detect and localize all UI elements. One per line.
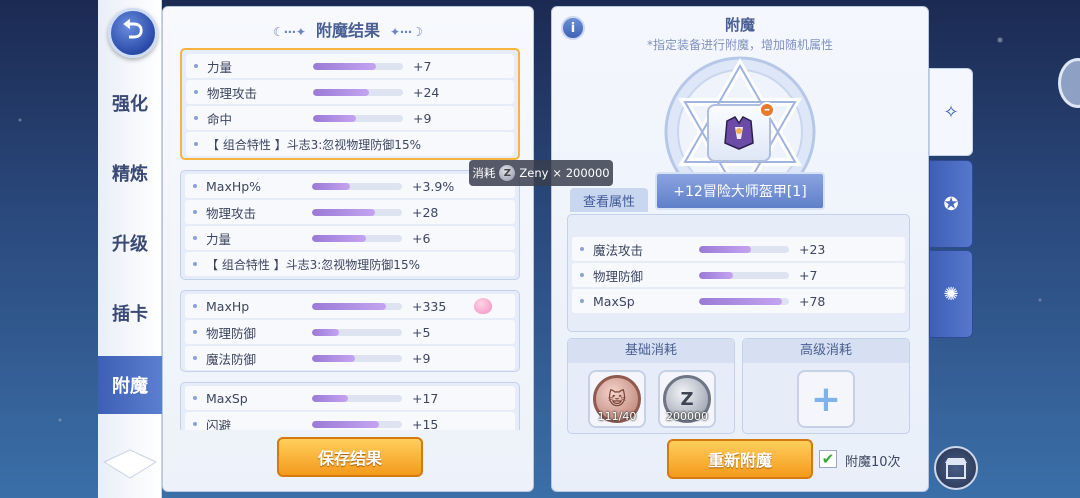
stat-bar [313,114,403,122]
nav-tab-enchant[interactable]: 附魔 [98,356,162,414]
zeny-coin-icon: Z [499,165,516,181]
result-option-3[interactable]: MaxHp +335 物理防御 +5 魔法防御 +9 [180,290,520,372]
stat-bar [699,271,789,279]
view-attributes-button[interactable]: 查看属性 [570,188,648,212]
plus-icon: + [810,378,842,420]
side-tab-gear[interactable]: ✺ [929,250,973,338]
reenchant-button[interactable]: 重新附魔 [667,439,813,479]
enchant-title: 附魔 [724,16,755,34]
stat-row: MaxHp% +3.9% [185,174,515,198]
pink-poring-icon [474,298,493,314]
stat-row: 力量 +7 [186,54,514,78]
stat-bar [699,245,789,253]
nav-tab-label: 强化 [112,94,148,115]
result-option-2[interactable]: MaxHp% +3.9% 物理攻击 +28 力量 +6 【 组合特性 】斗志3:忽视物… [180,170,520,280]
result-option-1[interactable]: 力量 +7 物理攻击 +24 命中 +9 【 组合特性 】斗志3:忽视物理防御15% [180,48,520,160]
shop-button[interactable] [934,446,978,490]
stat-row: 物理攻击 +24 [186,80,514,104]
stat-bar [313,88,403,96]
result-list[interactable]: 力量 +7 物理攻击 +24 命中 +9 【 组合特性 】斗志3:忽视物理防御15% … [170,42,524,430]
enchant-subtitle: *指定装备进行附魔，增加随机属性 [646,38,833,52]
stat-bar [312,302,402,310]
stat-row: 物理攻击 +28 [185,200,515,224]
add-advanced-cost-button[interactable]: + [797,370,855,428]
current-attributes: 魔法攻击 +23 物理防御 +7 MaxSp +78 [567,214,910,332]
enchant-x10-label[interactable]: 附魔10次 [845,451,901,470]
enchant-gear-icon: ✺ [943,283,959,305]
cost-tooltip: 消耗 Z Zeny × 200000 [469,160,613,186]
title-ornament-icon: ☾⋯✦ [273,25,306,39]
save-result-button[interactable]: 保存结果 [277,437,423,477]
enchant-star-icon: ✧ [943,101,959,123]
attribute-row: 魔法攻击 +23 [572,237,905,261]
nav-tab-label: 升级 [112,234,148,255]
result-option-4[interactable]: MaxSp +17 闪避 +15 [180,382,520,430]
nav-scroll-down-icon[interactable] [100,448,160,488]
combo-trait-row: 【 组合特性 】斗志3:忽视物理防御15% [186,132,514,156]
stat-row: MaxSp +17 [185,386,515,410]
back-arrow-icon: ⮌ [122,15,144,45]
stat-row: 物理防御 +5 [185,320,515,344]
stat-row: 闪避 +15 [185,412,515,430]
title-ornament-icon: ✦⋯☽ [390,25,423,39]
stat-row: MaxHp +335 [185,294,515,318]
stat-row: 魔法防御 +9 [185,346,515,370]
stat-bar [312,354,402,362]
nav-tab-card[interactable]: 插卡 [98,284,162,342]
equipment-name-banner: +12冒险大师盔甲[1] [655,172,825,210]
attribute-row: 物理防御 +7 [572,263,905,287]
combo-trait-row: 【 组合特性 】斗志3:忽视物理防御15% [185,252,515,276]
enchant-orb-icon: ✪ [943,193,959,215]
armor-icon [724,116,754,150]
stat-bar [312,420,402,428]
enchant-x10-checkbox[interactable]: ✔ [819,450,837,468]
cost-item-zeny[interactable]: Z 200000 [658,370,716,428]
nav-tab-refine[interactable]: 精炼 [98,144,162,202]
stat-bar [312,328,402,336]
stat-bar [312,182,402,190]
stat-row: 命中 +9 [186,106,514,130]
stat-bar [699,297,789,305]
basic-cost-title: 基础消耗 [568,339,734,363]
side-tab-orb[interactable]: ✪ [929,160,973,248]
attribute-row: MaxSp +78 [572,289,905,313]
stat-row: 力量 +6 [185,226,515,250]
stat-bar [312,394,402,402]
nav-tab-upgrade[interactable]: 升级 [98,214,162,272]
advanced-cost-title: 高级消耗 [743,339,909,363]
cost-item-token[interactable]: 😺 111/40 [588,370,646,428]
nav-tab-label: 插卡 [112,304,148,325]
side-tab-enchant[interactable]: ✧ [929,68,973,156]
nav-tab-label: 附魔 [112,376,148,397]
shop-icon [945,458,967,479]
panel-title: ☾⋯✦ 附魔结果 ✦⋯☽ [273,21,423,40]
nav-tab-strengthen[interactable]: 强化 [98,74,162,132]
stat-bar [313,62,403,70]
stat-bar [312,208,402,216]
back-button[interactable]: ⮌ [108,8,158,58]
stat-bar [312,234,402,242]
remove-equipment-icon[interactable]: – [759,102,775,118]
check-icon: ✔ [821,450,835,468]
nav-tab-label: 精炼 [112,164,148,185]
